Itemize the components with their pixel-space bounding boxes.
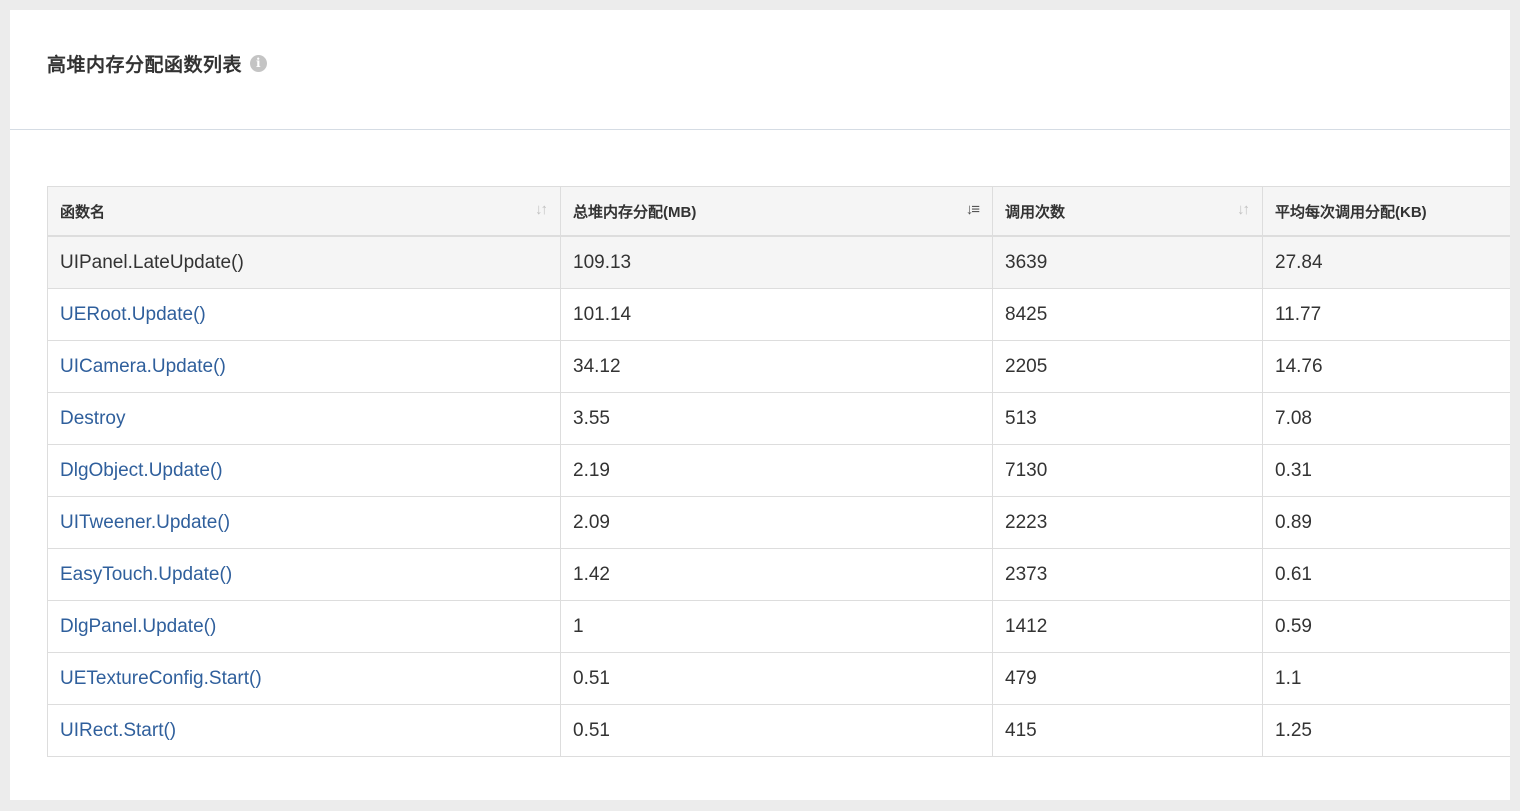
function-name-link[interactable]: UIRect.Start() bbox=[60, 720, 176, 741]
cell-avg-alloc-kb: 1.25 bbox=[1262, 704, 1510, 757]
cell-function-name: UIRect.Start() bbox=[47, 704, 561, 757]
cell-avg-alloc-kb: 1.1 bbox=[1262, 652, 1510, 705]
cell-total-heap-mb: 34.12 bbox=[560, 340, 993, 393]
cell-function-name: UITweener.Update() bbox=[47, 496, 561, 549]
column-header-total-heap[interactable]: 总堆内存分配(MB) ↓≡ bbox=[560, 186, 993, 237]
memory-panel: 高堆内存分配函数列表 i 函数名 ↓↑ 总堆内存分配(MB) ↓≡ 调用次数 ↓… bbox=[10, 10, 1510, 800]
info-icon[interactable]: i bbox=[250, 55, 268, 72]
column-header-avg-alloc[interactable]: 平均每次调用分配(KB) bbox=[1262, 186, 1510, 237]
cell-total-heap-mb: 1.42 bbox=[560, 548, 993, 601]
panel-title: 高堆内存分配函数列表 i bbox=[47, 50, 268, 77]
cell-call-count: 2205 bbox=[992, 340, 1263, 393]
function-name-link[interactable]: UERoot.Update() bbox=[60, 304, 206, 325]
table-row[interactable]: UERoot.Update() 101.14 8425 11.77 bbox=[47, 288, 1510, 341]
cell-avg-alloc-kb: 0.89 bbox=[1262, 496, 1510, 549]
function-name-link[interactable]: UITweener.Update() bbox=[60, 512, 230, 533]
cell-call-count: 3639 bbox=[992, 236, 1263, 289]
cell-avg-alloc-kb: 27.84 bbox=[1262, 236, 1510, 289]
column-header-call-count[interactable]: 调用次数 ↓↑ bbox=[992, 186, 1263, 237]
sort-unsorted-icon[interactable]: ↓↑ bbox=[1237, 201, 1250, 218]
cell-total-heap-mb: 0.51 bbox=[560, 704, 993, 757]
cell-function-name: DlgPanel.Update() bbox=[47, 600, 561, 653]
sort-descending-icon[interactable]: ↓≡ bbox=[966, 201, 980, 218]
function-name-link[interactable]: EasyTouch.Update() bbox=[60, 564, 232, 585]
panel-header: 高堆内存分配函数列表 i bbox=[10, 10, 1510, 130]
table-body: UIPanel.LateUpdate() 109.13 3639 27.84 UERoo… bbox=[47, 236, 1510, 757]
cell-function-name: UIPanel.LateUpdate() bbox=[47, 236, 561, 289]
function-name-link[interactable]: UIPanel.LateUpdate() bbox=[60, 252, 244, 273]
function-name-link[interactable]: DlgObject.Update() bbox=[60, 460, 223, 481]
function-name-link[interactable]: Destroy bbox=[60, 408, 125, 429]
table-row[interactable]: Destroy 3.55 513 7.08 bbox=[47, 392, 1510, 445]
cell-call-count: 2223 bbox=[992, 496, 1263, 549]
cell-call-count: 2373 bbox=[992, 548, 1263, 601]
table-row[interactable]: UITweener.Update() 2.09 2223 0.89 bbox=[47, 496, 1510, 549]
cell-function-name: EasyTouch.Update() bbox=[47, 548, 561, 601]
heap-allocation-table: 函数名 ↓↑ 总堆内存分配(MB) ↓≡ 调用次数 ↓↑ 平均每次调用分配(KB… bbox=[47, 186, 1510, 757]
cell-total-heap-mb: 3.55 bbox=[560, 392, 993, 445]
cell-function-name: Destroy bbox=[47, 392, 561, 445]
cell-function-name: UICamera.Update() bbox=[47, 340, 561, 393]
panel-title-text: 高堆内存分配函数列表 bbox=[47, 55, 243, 76]
sort-unsorted-icon[interactable]: ↓↑ bbox=[535, 201, 548, 218]
cell-total-heap-mb: 2.09 bbox=[560, 496, 993, 549]
column-header-label: 函数名 bbox=[60, 203, 106, 221]
cell-avg-alloc-kb: 7.08 bbox=[1262, 392, 1510, 445]
column-header-function-name[interactable]: 函数名 ↓↑ bbox=[47, 186, 561, 237]
cell-avg-alloc-kb: 0.59 bbox=[1262, 600, 1510, 653]
cell-total-heap-mb: 101.14 bbox=[560, 288, 993, 341]
cell-total-heap-mb: 1 bbox=[560, 600, 993, 653]
cell-avg-alloc-kb: 0.61 bbox=[1262, 548, 1510, 601]
column-header-label: 总堆内存分配(MB) bbox=[573, 203, 697, 221]
table-row[interactable]: UIPanel.LateUpdate() 109.13 3639 27.84 bbox=[47, 236, 1510, 289]
table-row[interactable]: DlgObject.Update() 2.19 7130 0.31 bbox=[47, 444, 1510, 497]
cell-total-heap-mb: 0.51 bbox=[560, 652, 993, 705]
cell-call-count: 415 bbox=[992, 704, 1263, 757]
cell-call-count: 1412 bbox=[992, 600, 1263, 653]
function-table-wrapper: 函数名 ↓↑ 总堆内存分配(MB) ↓≡ 调用次数 ↓↑ 平均每次调用分配(KB… bbox=[47, 186, 1510, 757]
cell-call-count: 7130 bbox=[992, 444, 1263, 497]
cell-avg-alloc-kb: 0.31 bbox=[1262, 444, 1510, 497]
cell-call-count: 513 bbox=[992, 392, 1263, 445]
function-name-link[interactable]: UICamera.Update() bbox=[60, 356, 226, 377]
table-row[interactable]: EasyTouch.Update() 1.42 2373 0.61 bbox=[47, 548, 1510, 601]
table-row[interactable]: DlgPanel.Update() 1 1412 0.59 bbox=[47, 600, 1510, 653]
table-row[interactable]: UETextureConfig.Start() 0.51 479 1.1 bbox=[47, 652, 1510, 705]
function-name-link[interactable]: UETextureConfig.Start() bbox=[60, 668, 262, 689]
cell-avg-alloc-kb: 11.77 bbox=[1262, 288, 1510, 341]
column-header-label: 平均每次调用分配(KB) bbox=[1275, 203, 1427, 221]
table-header-row: 函数名 ↓↑ 总堆内存分配(MB) ↓≡ 调用次数 ↓↑ 平均每次调用分配(KB… bbox=[47, 186, 1510, 237]
cell-avg-alloc-kb: 14.76 bbox=[1262, 340, 1510, 393]
cell-total-heap-mb: 109.13 bbox=[560, 236, 993, 289]
cell-call-count: 479 bbox=[992, 652, 1263, 705]
cell-call-count: 8425 bbox=[992, 288, 1263, 341]
table-row[interactable]: UICamera.Update() 34.12 2205 14.76 bbox=[47, 340, 1510, 393]
cell-function-name: DlgObject.Update() bbox=[47, 444, 561, 497]
function-name-link[interactable]: DlgPanel.Update() bbox=[60, 616, 216, 637]
cell-total-heap-mb: 2.19 bbox=[560, 444, 993, 497]
cell-function-name: UERoot.Update() bbox=[47, 288, 561, 341]
table-row[interactable]: UIRect.Start() 0.51 415 1.25 bbox=[47, 704, 1510, 757]
cell-function-name: UETextureConfig.Start() bbox=[47, 652, 561, 705]
column-header-label: 调用次数 bbox=[1005, 203, 1066, 221]
